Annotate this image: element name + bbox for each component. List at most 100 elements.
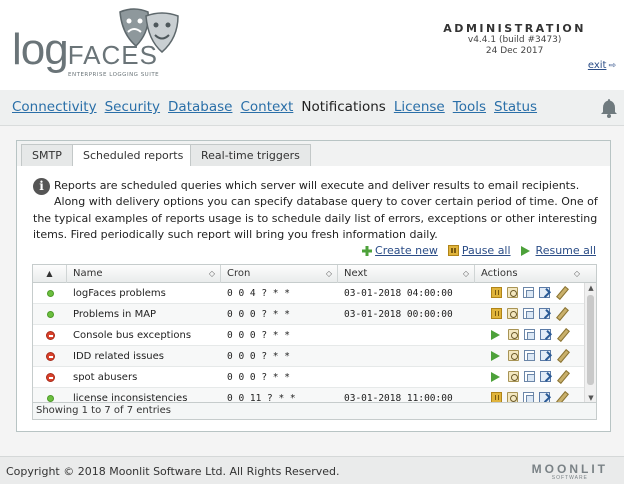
pause-all-button[interactable]: Pause all	[447, 244, 511, 257]
scroll-up-icon[interactable]: ▲	[585, 283, 596, 293]
tab-bar: SMTP Scheduled reports Real-time trigger…	[16, 140, 611, 168]
create-new-button[interactable]: Create new	[362, 244, 438, 257]
nav-tools[interactable]: Tools	[453, 99, 486, 115]
row-actions	[491, 350, 567, 361]
row-actions	[491, 371, 567, 382]
copy-icon[interactable]	[524, 350, 535, 361]
table-row[interactable]: logFaces problems 0 0 4 ? * * 03-01-2018 0…	[33, 283, 584, 304]
tab-smtp[interactable]: SMTP	[21, 144, 73, 168]
pause-icon[interactable]	[491, 287, 502, 298]
table-scrollbar[interactable]: ▲ ▼	[584, 283, 596, 403]
copyright-text: Copyright © 2018 Moonlit Software Ltd. A…	[6, 465, 340, 478]
edit-icon[interactable]	[555, 287, 566, 298]
logo-wordmark: logFACES	[12, 25, 158, 74]
admin-title: ADMINISTRATION	[443, 22, 586, 35]
sort-icon: ◇	[573, 269, 580, 278]
next-run	[338, 325, 475, 346]
exit-icon: ⇨	[608, 61, 616, 71]
report-name: spot abusers	[73, 372, 138, 383]
cron-expression: 0 0 4 ? * *	[227, 288, 290, 299]
properties-icon[interactable]	[507, 287, 518, 298]
version-label: v4.4.1 (build #3473)	[467, 35, 562, 45]
report-name: logFaces problems	[73, 288, 166, 299]
copy-icon[interactable]	[524, 371, 535, 382]
copy-icon[interactable]	[523, 308, 534, 319]
exit-link[interactable]: exit ⇨	[588, 60, 616, 71]
next-run: 03-01-2018 04:00:00	[344, 288, 453, 299]
cron-expression: 0 0 0 ? * *	[227, 372, 290, 383]
pause-icon[interactable]	[491, 308, 502, 319]
status-active-icon	[47, 290, 54, 297]
table-row[interactable]: IDD related issues 0 0 0 ? * *	[33, 346, 584, 367]
nav-context[interactable]: Context	[240, 99, 293, 115]
bell-icon[interactable]	[600, 98, 618, 118]
properties-icon[interactable]	[508, 329, 519, 340]
play-icon[interactable]	[491, 371, 503, 382]
report-name: IDD related issues	[73, 351, 164, 362]
nav-security[interactable]: Security	[105, 99, 160, 115]
next-run	[338, 346, 475, 367]
run-now-icon[interactable]	[539, 287, 550, 298]
status-stopped-icon	[46, 331, 55, 340]
main-nav: Connectivity Security Database Context N…	[0, 90, 624, 126]
resume-all-button[interactable]: Resume all	[520, 244, 596, 257]
properties-icon[interactable]	[508, 350, 519, 361]
next-run	[338, 367, 475, 388]
status-stopped-icon	[46, 352, 55, 361]
play-icon[interactable]	[491, 350, 503, 361]
tab-realtime-triggers[interactable]: Real-time triggers	[190, 144, 311, 168]
properties-icon[interactable]	[507, 308, 518, 319]
run-now-icon[interactable]	[540, 329, 551, 340]
info-text: i Reports are scheduled queries which se…	[33, 178, 598, 241]
copy-icon[interactable]	[524, 329, 535, 340]
tab-scheduled-reports[interactable]: Scheduled reports	[72, 144, 195, 168]
sort-icon: ◇	[208, 269, 215, 278]
play-icon	[520, 245, 533, 256]
row-actions	[491, 287, 566, 298]
scheduled-reports-panel: i Reports are scheduled queries which se…	[16, 166, 611, 432]
edit-icon[interactable]	[555, 308, 566, 319]
nav-notifications: Notifications	[301, 99, 386, 115]
copy-icon[interactable]	[523, 287, 534, 298]
scrollbar-thumb[interactable]	[587, 295, 594, 385]
run-now-icon[interactable]	[539, 308, 550, 319]
column-header-status[interactable]: ▲	[33, 265, 67, 283]
run-now-icon[interactable]	[540, 371, 551, 382]
edit-icon[interactable]	[556, 329, 567, 340]
admin-info: ADMINISTRATION v4.4.1 (build #3473) 24 D…	[443, 22, 586, 57]
nav-connectivity[interactable]: Connectivity	[12, 99, 97, 115]
column-header-actions[interactable]: Actions ◇	[475, 265, 596, 283]
table-footer: Showing 1 to 7 of 7 entries	[33, 402, 596, 419]
nav-license[interactable]: License	[394, 99, 445, 115]
status-stopped-icon	[46, 373, 55, 382]
column-header-next[interactable]: Next ◇	[338, 265, 475, 283]
edit-icon[interactable]	[556, 350, 567, 361]
nav-database[interactable]: Database	[168, 99, 232, 115]
column-header-cron[interactable]: Cron ◇	[221, 265, 338, 283]
table-header: ▲ Name ◇ Cron ◇ Next ◇ Actions ◇	[33, 265, 596, 283]
play-icon[interactable]	[491, 329, 503, 340]
sort-icon: ◇	[462, 269, 469, 278]
report-actions: Create new Pause all Resume all	[362, 244, 596, 257]
logfaces-logo: logFACES ENTERPRISE LOGGING SUITE	[12, 6, 192, 82]
table-row[interactable]: spot abusers 0 0 0 ? * *	[33, 367, 584, 388]
page-footer: Copyright © 2018 Moonlit Software Ltd. A…	[0, 456, 624, 484]
info-icon: i	[33, 178, 50, 195]
build-date: 24 Dec 2017	[485, 46, 544, 56]
table-row[interactable]: Console bus exceptions 0 0 0 ? * *	[33, 325, 584, 346]
edit-icon[interactable]	[556, 371, 567, 382]
properties-icon[interactable]	[508, 371, 519, 382]
run-now-icon[interactable]	[540, 350, 551, 361]
cron-expression: 0 0 0 ? * *	[227, 330, 290, 341]
sort-icon: ◇	[325, 269, 332, 278]
nav-status[interactable]: Status	[494, 99, 537, 115]
next-run: 03-01-2018 00:00:00	[344, 309, 453, 320]
table-row[interactable]: Problems in MAP 0 0 0 ? * * 03-01-2018 00:…	[33, 304, 584, 325]
report-name: Console bus exceptions	[73, 330, 192, 341]
column-header-name[interactable]: Name ◇	[67, 265, 221, 283]
cron-expression: 0 0 0 ? * *	[227, 309, 290, 320]
reports-table: ▲ Name ◇ Cron ◇ Next ◇ Actions ◇ logFaces pr…	[32, 264, 597, 420]
status-active-icon	[47, 395, 54, 402]
logo-tagline: ENTERPRISE LOGGING SUITE	[68, 72, 160, 78]
row-actions	[491, 308, 566, 319]
